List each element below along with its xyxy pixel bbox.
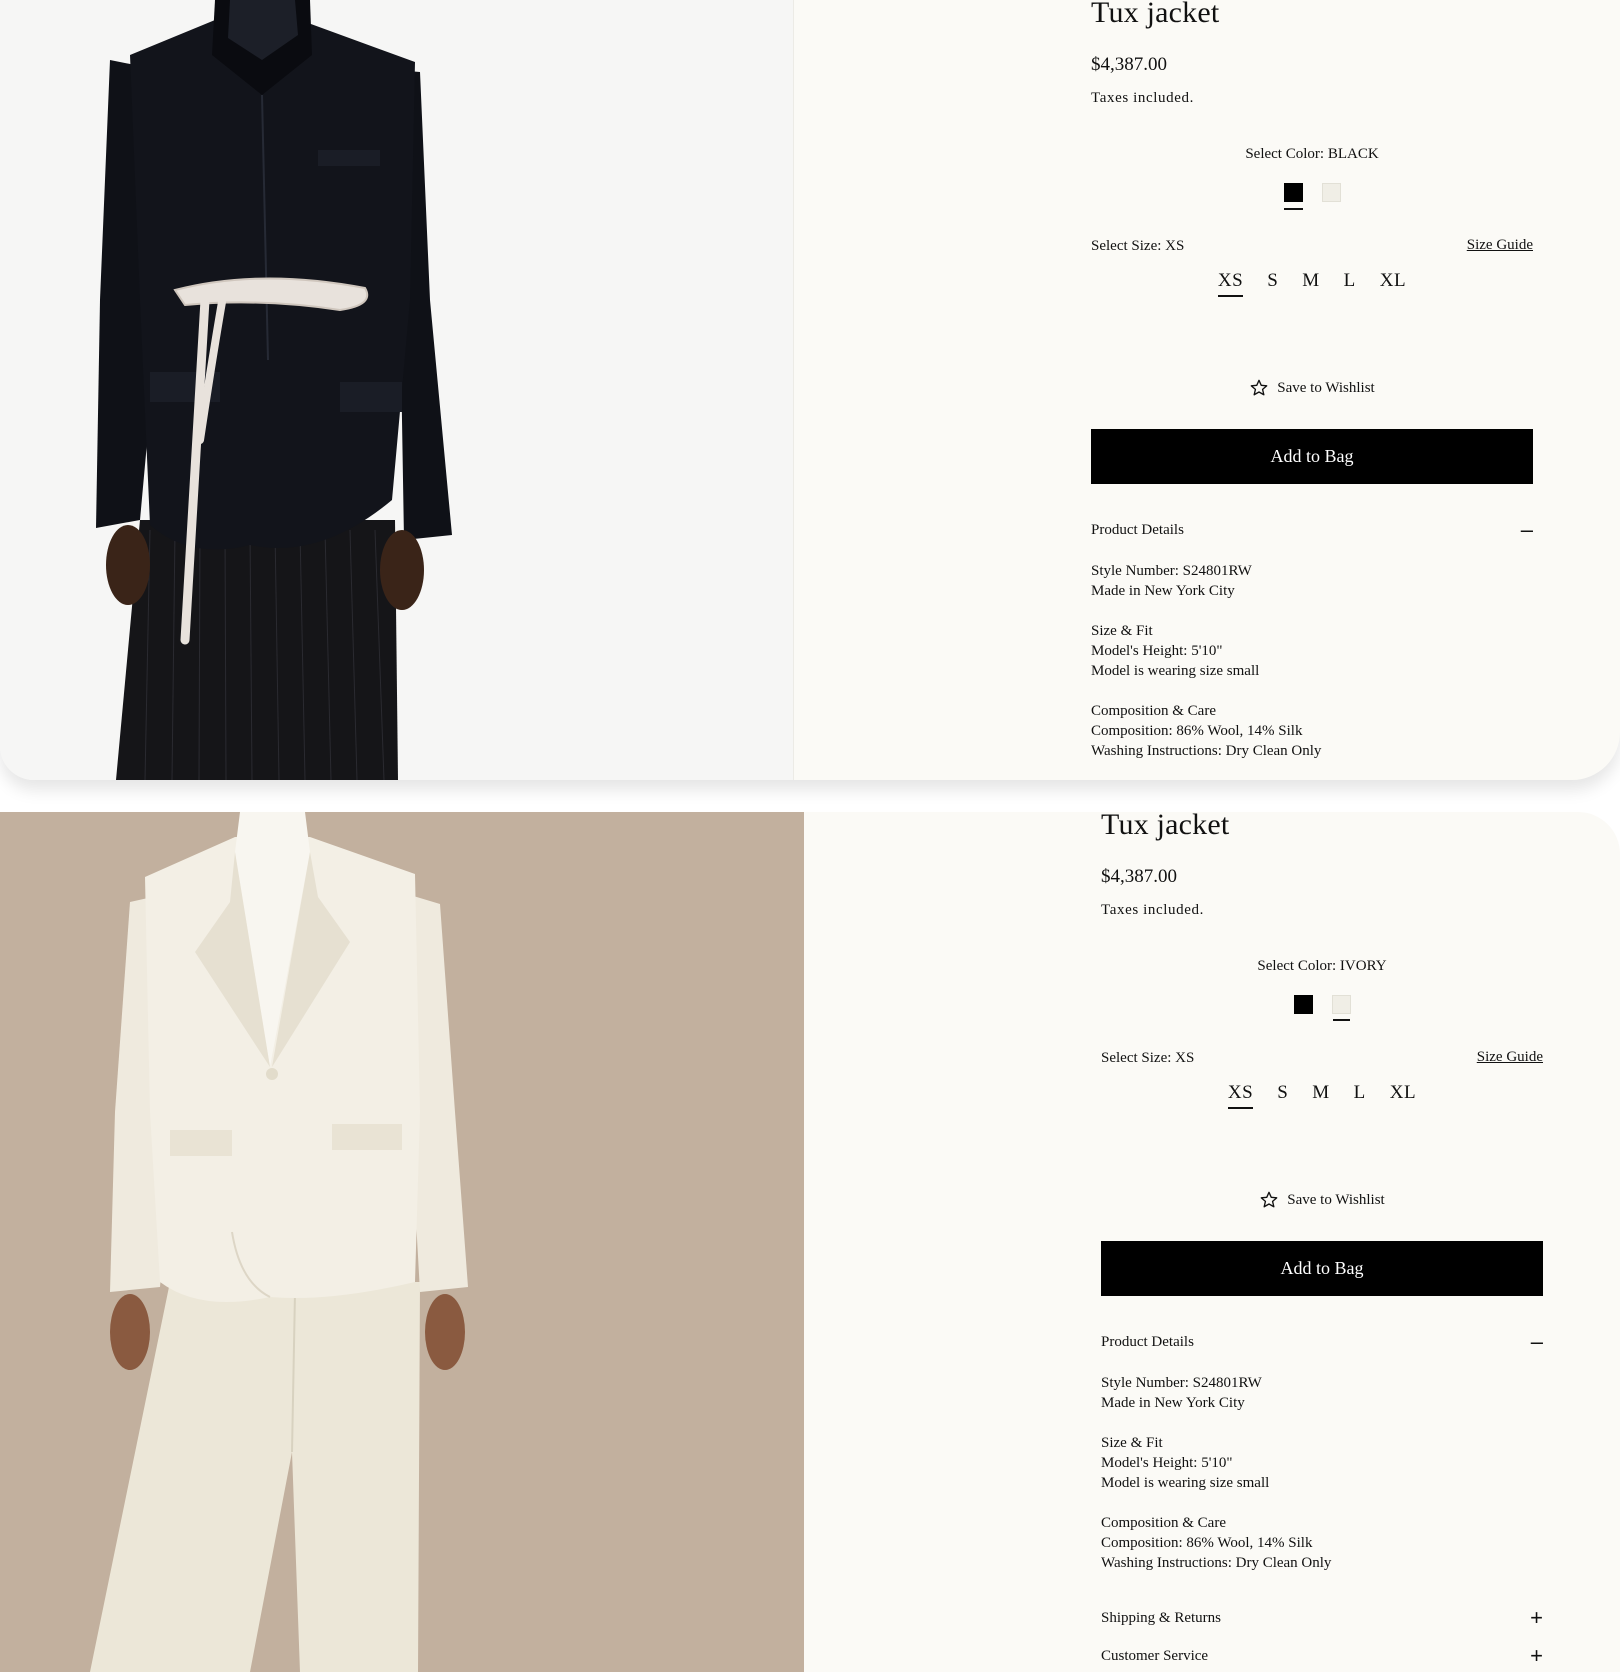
tax-note: Taxes included. xyxy=(1091,90,1194,106)
save-to-wishlist-button[interactable]: Save to Wishlist xyxy=(1101,1190,1543,1210)
model-height: Model's Height: 5'10" xyxy=(1101,1455,1233,1471)
model-height: Model's Height: 5'10" xyxy=(1091,643,1223,659)
composition: Composition: 86% Wool, 14% Silk xyxy=(1091,723,1303,739)
size-option-s[interactable]: S xyxy=(1265,1082,1300,1104)
customer-service-toggle[interactable]: Customer Service + xyxy=(1101,1643,1543,1668)
size-option-l[interactable]: L xyxy=(1342,1082,1378,1104)
size-fit-heading: Size & Fit xyxy=(1101,1435,1163,1451)
expand-icon: + xyxy=(1530,1643,1543,1668)
size-option-xs[interactable]: XS xyxy=(1206,270,1255,297)
made-in: Made in New York City xyxy=(1101,1395,1245,1411)
model-size: Model is wearing size small xyxy=(1091,663,1260,679)
shipping-returns-toggle[interactable]: Shipping & Returns + xyxy=(1101,1605,1543,1630)
style-number: Style Number: S24801RW xyxy=(1091,563,1252,579)
expand-icon: + xyxy=(1530,1605,1543,1630)
wishlist-label: Save to Wishlist xyxy=(1287,1191,1385,1208)
save-to-wishlist-button[interactable]: Save to Wishlist xyxy=(1091,378,1533,398)
composition-heading: Composition & Care xyxy=(1091,703,1216,719)
product-image-black-jacket xyxy=(0,0,794,780)
add-to-bag-button[interactable]: Add to Bag xyxy=(1101,1241,1543,1296)
size-options: XS S M L XL xyxy=(1101,1082,1543,1109)
product-details-content: Style Number: S24801RW Made in New York … xyxy=(1091,561,1321,780)
customer-service-heading: Customer Service xyxy=(1101,1648,1209,1664)
size-label: Select Size: XS xyxy=(1101,1050,1195,1066)
color-swatches xyxy=(1091,183,1533,210)
size-option-xl[interactable]: XL xyxy=(1368,270,1418,292)
product-details-toggle[interactable]: Product Details – xyxy=(1101,1329,1543,1354)
product-details-content: Style Number: S24801RW Made in New York … xyxy=(1101,1373,1331,1593)
collapse-icon: – xyxy=(1530,1329,1543,1354)
composition: Composition: 86% Wool, 14% Silk xyxy=(1101,1535,1313,1551)
washing-instructions: Washing Instructions: Dry Clean Only xyxy=(1091,743,1322,759)
star-icon xyxy=(1250,379,1268,396)
add-to-bag-button[interactable]: Add to Bag xyxy=(1091,429,1533,484)
color-label: Select Color: BLACK xyxy=(1245,146,1379,162)
style-number: Style Number: S24801RW xyxy=(1101,1375,1262,1391)
size-options: XS S M L XL xyxy=(1091,270,1533,297)
size-guide-link[interactable]: Size Guide xyxy=(1467,237,1533,254)
product-panel-black: Tux jacket $4,387.00 Taxes included. Sel… xyxy=(0,0,1620,780)
made-in: Made in New York City xyxy=(1091,583,1235,599)
product-title: Tux jacket xyxy=(1091,0,1220,29)
swatch-ivory[interactable] xyxy=(1331,995,1351,1021)
product-price: $4,387.00 xyxy=(1101,866,1177,887)
tax-note: Taxes included. xyxy=(1101,902,1204,918)
product-image-ivory-suit xyxy=(0,812,804,1672)
size-option-xs[interactable]: XS xyxy=(1216,1082,1265,1109)
product-details-toggle[interactable]: Product Details – xyxy=(1091,517,1533,542)
shipping-returns-heading: Shipping & Returns xyxy=(1101,1610,1222,1626)
size-label: Select Size: XS xyxy=(1091,238,1185,254)
product-title: Tux jacket xyxy=(1101,812,1230,841)
size-guide-link[interactable]: Size Guide xyxy=(1477,1049,1543,1066)
color-swatches xyxy=(1101,995,1543,1021)
product-price: $4,387.00 xyxy=(1091,54,1167,75)
size-fit-heading: Size & Fit xyxy=(1091,623,1153,639)
size-option-m[interactable]: M xyxy=(1300,1082,1341,1104)
product-details-heading: Product Details xyxy=(1101,1334,1194,1350)
size-option-xl[interactable]: XL xyxy=(1378,1082,1428,1104)
swatch-black[interactable] xyxy=(1283,183,1303,210)
color-label: Select Color: IVORY xyxy=(1257,958,1387,974)
wishlist-label: Save to Wishlist xyxy=(1277,379,1375,396)
star-icon xyxy=(1260,1191,1278,1208)
swatch-black[interactable] xyxy=(1293,995,1313,1014)
model-size: Model is wearing size small xyxy=(1101,1475,1270,1491)
collapse-icon: – xyxy=(1520,517,1533,542)
product-details-heading: Product Details xyxy=(1091,522,1184,538)
washing-instructions: Washing Instructions: Dry Clean Only xyxy=(1101,1555,1332,1571)
product-panel-ivory: Tux jacket $4,387.00 Taxes included. Sel… xyxy=(0,812,1620,1672)
size-option-s[interactable]: S xyxy=(1255,270,1290,292)
composition-heading: Composition & Care xyxy=(1101,1515,1226,1531)
swatch-ivory[interactable] xyxy=(1321,183,1341,202)
size-option-m[interactable]: M xyxy=(1290,270,1331,292)
size-option-l[interactable]: L xyxy=(1332,270,1368,292)
